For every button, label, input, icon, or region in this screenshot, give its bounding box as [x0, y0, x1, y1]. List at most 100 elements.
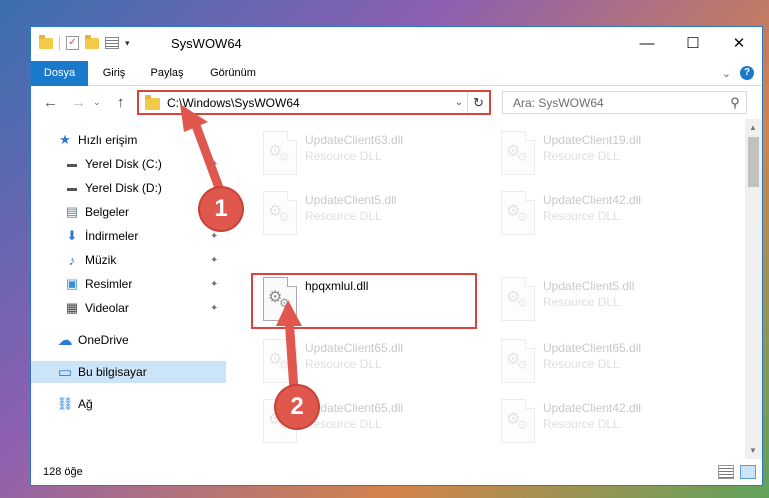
close-button[interactable]: ✕ — [716, 27, 762, 59]
pin-icon[interactable]: ✦ — [210, 279, 218, 290]
tab-home[interactable]: Giriş — [99, 61, 129, 86]
sidebar-item-videos[interactable]: ▦ Videolar ✦ — [31, 297, 226, 319]
details-view-icon[interactable] — [718, 465, 734, 479]
dll-file-icon: ⚙ ⚙ — [263, 131, 297, 175]
tab-file[interactable]: Dosya — [31, 61, 88, 86]
file-name: UpdateClient19.dll — [543, 133, 642, 147]
customize-toolbar-chevron-icon[interactable]: ▾ — [125, 38, 130, 49]
file-tile[interactable]: ⚙ ⚙ UpdateClient63.dll Resource DLL — [253, 127, 463, 181]
sidebar-item-label: OneDrive — [78, 333, 129, 347]
search-box[interactable]: Ara: SysWOW64 ⚲ — [502, 91, 747, 114]
sidebar-item-label: Bu bilgisayar — [78, 365, 147, 379]
file-type: Resource DLL — [305, 417, 382, 431]
sidebar-item-documents[interactable]: ▤ Belgeler — [31, 201, 226, 223]
quick-access-toolbar: ✓ ▾ — [39, 34, 130, 50]
network-icon: ⛓ — [56, 396, 74, 411]
sidebar-item-label: İndirmeler — [85, 229, 139, 243]
view-switcher — [718, 465, 756, 479]
explorer-window: ✓ ▾ SysWOW64 — ☐ ✕ Dosya Giriş Paylaş Gö… — [30, 26, 763, 486]
large-icons-view-icon[interactable] — [740, 465, 756, 479]
sidebar-item-local-disk-c[interactable]: ▬ Yerel Disk (C:) ✦ — [31, 153, 226, 175]
minimize-button[interactable]: — — [624, 27, 670, 59]
file-type: Resource DLL — [305, 149, 382, 163]
window-title: SysWOW64 — [171, 36, 242, 51]
document-icon: ▤ — [65, 204, 79, 219]
file-tile[interactable]: ⚙ ⚙ UpdateClient42.dll Resource DLL — [491, 395, 701, 449]
sidebar-item-network[interactable]: ⛓ Ağ — [31, 393, 226, 415]
star-icon: ★ — [59, 132, 71, 147]
search-input[interactable]: Ara: SysWOW64 — [503, 96, 724, 110]
title-bar: ✓ ▾ SysWOW64 — ☐ ✕ — [31, 27, 762, 61]
file-name: UpdateClient42.dll — [543, 193, 642, 207]
file-type: Resource DLL — [305, 209, 382, 223]
properties-check-icon[interactable]: ✓ — [66, 36, 79, 50]
music-icon: ♪ — [68, 252, 76, 268]
drive-icon: ▬ — [67, 158, 77, 170]
cloud-icon: ☁ — [57, 332, 73, 349]
scroll-up-icon[interactable]: ▲ — [749, 123, 757, 132]
refresh-icon[interactable]: ↻ — [467, 92, 489, 113]
recent-locations-chevron-icon[interactable]: ⌄ — [93, 97, 101, 108]
pin-icon[interactable]: ✦ — [210, 159, 218, 170]
window-controls: — ☐ ✕ — [624, 27, 762, 59]
file-name: UpdateClient5.dll — [543, 279, 635, 293]
address-dropdown-chevron-icon[interactable]: ⌄ — [451, 97, 467, 108]
pin-icon[interactable]: ✦ — [210, 303, 218, 314]
computer-icon: ▭ — [57, 364, 73, 381]
sidebar-item-local-disk-d[interactable]: ▬ Yerel Disk (D:) — [31, 177, 226, 199]
dll-file-icon: ⚙ ⚙ — [501, 277, 535, 321]
status-bar: 128 öğe — [31, 461, 762, 485]
help-icon[interactable]: ? — [740, 66, 754, 80]
new-folder-icon[interactable] — [85, 34, 99, 49]
vertical-scrollbar[interactable]: ▲ ▼ — [745, 119, 762, 459]
file-name: UpdateClient5.dll — [305, 193, 397, 207]
back-button[interactable]: ← — [43, 94, 58, 111]
search-icon[interactable]: ⚲ — [724, 95, 746, 111]
dll-file-icon: ⚙ ⚙ — [501, 399, 535, 443]
address-path[interactable]: C:\Windows\SysWOW64 — [167, 96, 451, 110]
dll-file-icon: ⚙ ⚙ — [501, 339, 535, 383]
scroll-thumb[interactable] — [748, 137, 759, 187]
ribbon-right-controls: ⌄ ? — [722, 66, 754, 80]
sidebar-item-downloads[interactable]: ⬇ İndirmeler ✦ — [31, 225, 226, 247]
folder-icon[interactable] — [39, 34, 53, 49]
sidebar-item-pictures[interactable]: ▣ Resimler ✦ — [31, 273, 226, 295]
maximize-button[interactable]: ☐ — [670, 27, 716, 59]
address-bar[interactable]: C:\Windows\SysWOW64 ⌄ ↻ — [137, 90, 491, 115]
dll-file-icon: ⚙ ⚙ — [263, 191, 297, 235]
file-name: UpdateClient65.dll — [543, 341, 642, 355]
forward-button[interactable]: → — [71, 94, 86, 111]
properties-icon[interactable] — [105, 37, 119, 49]
scroll-down-icon[interactable]: ▼ — [749, 446, 757, 455]
pin-icon[interactable]: ✦ — [210, 231, 218, 242]
file-tile[interactable]: ⚙ ⚙ UpdateClient5.dll Resource DLL — [253, 187, 463, 241]
sidebar-item-label: Hızlı erişim — [78, 133, 138, 147]
file-type: Resource DLL — [543, 417, 620, 431]
video-icon: ▦ — [65, 300, 79, 315]
tab-share[interactable]: Paylaş — [147, 61, 187, 86]
file-type: Resource DLL — [543, 149, 620, 163]
file-type: Resource DLL — [543, 209, 620, 223]
expand-ribbon-chevron-icon[interactable]: ⌄ — [722, 67, 731, 80]
file-tile[interactable]: ⚙ ⚙ UpdateClient5.dll Resource DLL — [491, 273, 701, 327]
file-type: Resource DLL — [543, 357, 620, 371]
file-name: UpdateClient65.dll — [305, 401, 404, 415]
sidebar-item-this-pc[interactable]: ▭ Bu bilgisayar — [31, 361, 226, 383]
file-tile[interactable]: ⚙ ⚙ UpdateClient65.dll Resource DLL — [253, 335, 463, 389]
sidebar-item-label: Resimler — [85, 277, 133, 291]
download-icon: ⬇ — [66, 228, 78, 243]
sidebar-item-label: Yerel Disk (D:) — [85, 181, 162, 195]
sidebar-item-music[interactable]: ♪ Müzik ✦ — [31, 249, 226, 271]
file-tile[interactable]: ⚙ ⚙ UpdateClient42.dll Resource DLL — [491, 187, 701, 241]
file-name: UpdateClient42.dll — [543, 401, 642, 415]
file-tile[interactable]: ⚙ ⚙ UpdateClient65.dll Resource DLL — [491, 335, 701, 389]
navigation-pane: ★ Hızlı erişim ▬ Yerel Disk (C:) ✦ ▬ Yer… — [31, 119, 226, 459]
tab-view[interactable]: Görünüm — [203, 61, 263, 86]
sidebar-item-onedrive[interactable]: ☁ OneDrive — [31, 329, 226, 351]
sidebar-item-quick-access[interactable]: ★ Hızlı erişim — [31, 129, 226, 151]
file-tile[interactable]: ⚙ ⚙ UpdateClient19.dll Resource DLL — [491, 127, 701, 181]
sidebar-item-label: Müzik — [85, 253, 117, 267]
up-button[interactable]: ↑ — [117, 94, 125, 111]
pin-icon[interactable]: ✦ — [210, 255, 218, 266]
toolbar-divider — [59, 36, 60, 50]
